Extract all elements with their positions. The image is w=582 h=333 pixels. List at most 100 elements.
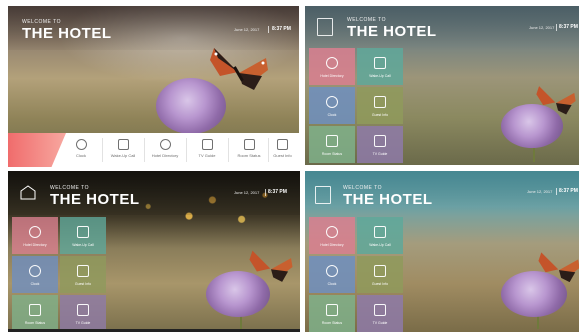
tile-room-status[interactable]: Room Status (309, 126, 355, 163)
hotel-title: THE HOTEL (343, 191, 433, 208)
header-divider (556, 188, 557, 195)
tile-wake-up-call[interactable]: Wake-Up Call (357, 48, 403, 85)
tile-hotel-directory[interactable]: Hotel Directory (309, 48, 355, 85)
tile-label: Guest Info (371, 282, 389, 286)
menu-divider (186, 138, 187, 162)
tile-tv-guide[interactable]: TV Guide (60, 295, 106, 332)
menu-item-wake-up-call[interactable]: Wake-Up Call (104, 135, 142, 165)
hotel-screen-variant-teal: WELCOME TO THE HOTEL June 12, 2017 8:37 … (305, 171, 579, 332)
menu-item-tv-guide[interactable]: TV Guide (188, 135, 226, 165)
clock-icon (326, 96, 338, 108)
date-label: June 12, 2017 (527, 189, 553, 194)
butterfly-image (210, 48, 268, 90)
header-divider (265, 189, 266, 196)
tile-tv-guide[interactable]: TV Guide (357, 295, 403, 332)
tile-clock[interactable]: Clock (309, 256, 355, 293)
tile-label: TV Guide (372, 152, 388, 156)
header-divider (556, 24, 557, 31)
menu-item-label: Guest Info (273, 153, 292, 158)
menu-item-label: Wake-Up Call (110, 153, 136, 158)
tile-label: Hotel Directory (23, 243, 47, 247)
tile-label: Room Status (321, 321, 343, 325)
butterfly-image (536, 86, 576, 115)
date-label: June 12, 2017 (529, 25, 555, 30)
room-status-icon (29, 304, 41, 316)
tile-tv-guide[interactable]: TV Guide (357, 126, 403, 163)
menu-item-label: Clock (75, 153, 86, 158)
hotel-title: THE HOTEL (22, 25, 112, 42)
tile-label: Room Status (321, 152, 343, 156)
tile-wake-up-call[interactable]: Wake-Up Call (357, 217, 403, 254)
menu-item-room-status[interactable]: Room Status (230, 135, 268, 165)
header-divider (268, 26, 269, 33)
tile-clock[interactable]: Clock (12, 256, 58, 293)
time-label: 8:37 PM (559, 188, 578, 194)
hotel-logo-icon (317, 18, 333, 36)
butterfly-image (249, 250, 293, 282)
hotel-logo-icon (20, 185, 36, 200)
tile-guest-info[interactable]: Guest Info (60, 256, 106, 293)
directory-icon (326, 57, 338, 69)
tile-label: Hotel Directory (320, 243, 344, 247)
directory-icon (29, 226, 41, 238)
info-icon (77, 265, 89, 277)
menu-item-label: Hotel Directory (151, 153, 179, 158)
time-label: 8:37 PM (268, 189, 287, 195)
menu-item-label: Room Status (237, 153, 261, 158)
tile-label: TV Guide (75, 321, 91, 325)
tile-guest-info[interactable]: Guest Info (357, 87, 403, 124)
tile-label: Wake-Up Call (369, 74, 391, 78)
menu-divider (102, 138, 103, 162)
alarm-icon (117, 139, 129, 150)
alarm-icon (77, 226, 89, 238)
clock-icon (326, 265, 338, 277)
tile-wake-up-call[interactable]: Wake-Up Call (60, 217, 106, 254)
hotel-screen-variant-light: WELCOME TO THE HOTEL June 12, 2017 8:37 … (8, 6, 299, 167)
tile-hotel-directory[interactable]: Hotel Directory (12, 217, 58, 254)
alarm-icon (374, 226, 386, 238)
tile-label: Clock (327, 113, 337, 117)
tile-clock[interactable]: Clock (309, 87, 355, 124)
tv-icon (374, 135, 386, 147)
tile-label: TV Guide (372, 321, 388, 325)
info-icon (374, 265, 386, 277)
clock-icon (75, 139, 87, 150)
info-icon (277, 139, 288, 150)
tile-label: Wake-Up Call (72, 243, 94, 247)
tv-icon (374, 304, 386, 316)
tile-room-status[interactable]: Room Status (309, 295, 355, 332)
bottom-strip (8, 329, 300, 332)
date-label: June 12, 2017 (234, 190, 260, 195)
tv-icon (77, 304, 89, 316)
room-status-icon (326, 135, 338, 147)
tile-label: Hotel Directory (320, 74, 344, 78)
tile-hotel-directory[interactable]: Hotel Directory (309, 217, 355, 254)
tile-label: Room Status (24, 321, 46, 325)
hotel-logo-icon (315, 186, 331, 204)
hotel-screen-variant-night: WELCOME TO THE HOTEL June 12, 2017 8:37 … (8, 171, 300, 332)
hotel-screen-variant-tiles: WELCOME TO THE HOTEL June 12, 2017 8:37 … (305, 6, 579, 165)
tile-label: Clock (327, 282, 337, 286)
menu-divider (228, 138, 229, 162)
tv-icon (201, 139, 213, 150)
menu-item-guest-info[interactable]: Guest Info (266, 135, 299, 165)
directory-icon (326, 226, 338, 238)
clock-icon (29, 265, 41, 277)
hotel-title: THE HOTEL (50, 191, 140, 208)
tile-label: Clock (30, 282, 40, 286)
menu-item-label: TV Guide (198, 153, 216, 158)
tile-guest-info[interactable]: Guest Info (357, 256, 403, 293)
tile-label: Guest Info (371, 113, 389, 117)
time-label: 8:37 PM (272, 26, 291, 32)
alarm-icon (374, 57, 386, 69)
tile-label: Wake-Up Call (369, 243, 391, 247)
time-label: 8:37 PM (559, 24, 578, 30)
hotel-title: THE HOTEL (347, 23, 437, 40)
menu-divider (144, 138, 145, 162)
room-status-icon (243, 139, 255, 150)
directory-icon (159, 139, 171, 150)
menu-item-hotel-directory[interactable]: Hotel Directory (146, 135, 184, 165)
tile-label: Guest Info (74, 282, 92, 286)
tile-room-status[interactable]: Room Status (12, 295, 58, 332)
menu-item-clock[interactable]: Clock (62, 135, 100, 165)
